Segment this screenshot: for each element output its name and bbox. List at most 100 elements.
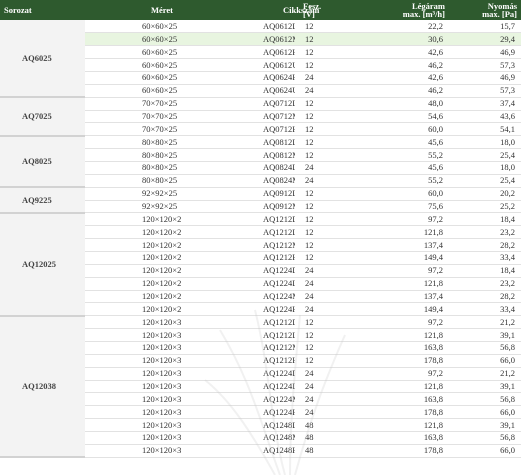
airflow-cell: 55,2	[365, 174, 449, 188]
voltage-cell: 12	[295, 341, 365, 355]
airflow-cell: 121,8	[365, 225, 449, 240]
code-cell: AQ1224HB-F51(FN)	[181, 405, 295, 420]
size-cell: 80×80×25	[85, 135, 181, 150]
airflow-cell: 121,8	[365, 380, 449, 394]
code-cell: AQ1212LB-A71GL(T)	[181, 225, 295, 240]
pressure-cell: 54,1	[449, 122, 521, 137]
pressure-cell: 56,8	[449, 392, 521, 407]
size-cell: 120×120×38	[85, 328, 181, 342]
pressure-cell: 66,0	[449, 354, 521, 368]
pressure-cell: 25,4	[449, 148, 521, 162]
size-cell: 120×120×38	[85, 380, 181, 394]
table-row: AQ602560×60×25AQ0612LB-A70GL(T)1222,215,…	[0, 20, 521, 99]
voltage-cell: 12	[295, 315, 365, 330]
pressure-cell: 25,2	[449, 200, 521, 214]
size-cell: 70×70×25	[85, 110, 181, 124]
code-cell: AQ1212MB-F51(FN)	[181, 341, 295, 355]
series-cell: AQ6025	[0, 20, 85, 99]
size-cell: 120×120×25	[85, 238, 181, 252]
pressure-cell: 46,9	[449, 45, 521, 60]
pressure-cell: 56,8	[449, 431, 521, 445]
pressure-cell: 66,0	[449, 405, 521, 420]
pressure-cell: 18,0	[449, 135, 521, 150]
size-cell: 80×80×25	[85, 174, 181, 188]
airflow-cell: 97,2	[365, 212, 449, 227]
voltage-cell: 12	[295, 225, 365, 240]
code-cell: AQ0712HB-A70GL(T)	[181, 122, 295, 137]
code-cell: AQ0812MB-A70GL(T)	[181, 148, 295, 162]
pressure-cell: 39,1	[449, 380, 521, 394]
airflow-cell: 178,8	[365, 444, 449, 458]
size-cell: 60×60×25	[85, 20, 181, 34]
voltage-cell: 24	[295, 380, 365, 394]
code-cell: AQ1224MB-A71GL(T)	[181, 290, 295, 304]
airflow-cell: 163,8	[365, 392, 449, 407]
voltage-cell: 48	[295, 431, 365, 445]
fan-spec-table: Sorozat Méret Cikkszám Fesz. [V] Légáram…	[0, 0, 521, 459]
code-cell: AQ0624HB-A70GL(T)	[181, 71, 295, 85]
voltage-cell: 24	[295, 405, 365, 420]
table-header: Sorozat Méret Cikkszám Fesz. [V] Légáram…	[0, 0, 521, 20]
table-row: AQ12025120×120×25AQ1212DB-A71GL(T)1297,2…	[0, 212, 521, 317]
code-cell: AQ0824MB-A70GL(T)	[181, 174, 295, 188]
table-row: AQ802580×80×25AQ0812LB-A70GL(T)1245,618,…	[0, 135, 521, 189]
voltage-cell: 48	[295, 444, 365, 458]
series-cell: AQ9225	[0, 187, 85, 214]
pressure-cell: 39,1	[449, 418, 521, 432]
size-cell: 120×120×38	[85, 405, 181, 420]
airflow-cell: 75,6	[365, 200, 449, 214]
airflow-cell: 60,0	[365, 187, 449, 201]
voltage-cell: 12	[295, 20, 365, 34]
voltage-cell: 24	[295, 84, 365, 98]
pressure-cell: 28,2	[449, 290, 521, 304]
pressure-cell: 56,8	[449, 341, 521, 355]
code-cell: AQ1212HB-A71GL(T)	[181, 251, 295, 265]
code-cell: AQ0612UB-A70GL(T)	[181, 58, 295, 72]
pressure-cell: 23,2	[449, 277, 521, 291]
pressure-cell: 18,4	[449, 212, 521, 227]
pressure-cell: 21,2	[449, 367, 521, 381]
size-cell: 60×60×25	[85, 84, 181, 98]
header-airflow: Légáram max. [m³/h]	[365, 0, 449, 20]
voltage-cell: 12	[295, 212, 365, 227]
series-cell: AQ12025	[0, 212, 85, 317]
airflow-cell: 30,6	[365, 32, 449, 47]
header-pressure: Nyomás max. [Pa]	[449, 0, 521, 20]
size-cell: 120×120×38	[85, 341, 181, 355]
code-cell: AQ1248HB-F51(FN)	[181, 444, 295, 458]
size-cell: 80×80×25	[85, 148, 181, 162]
voltage-cell: 12	[295, 122, 365, 137]
code-cell: AQ1224MB-F51(FN)	[181, 392, 295, 407]
pressure-cell: 23,2	[449, 225, 521, 240]
voltage-cell: 12	[295, 251, 365, 265]
size-cell: 120×120×25	[85, 290, 181, 304]
voltage-cell: 12	[295, 97, 365, 111]
code-cell: AQ1212HB-F51(FN)	[181, 354, 295, 368]
voltage-cell: 24	[295, 174, 365, 188]
series-cell: AQ8025	[0, 135, 85, 189]
size-cell: 60×60×25	[85, 58, 181, 72]
size-cell: 120×120×25	[85, 277, 181, 291]
header-size: Méret	[85, 0, 181, 20]
code-cell: AQ0612MB-A70GL(T)	[181, 32, 295, 47]
airflow-cell: 97,2	[365, 367, 449, 381]
pressure-cell: 18,4	[449, 264, 521, 278]
pressure-cell: 37,4	[449, 97, 521, 111]
airflow-cell: 97,2	[365, 315, 449, 330]
size-cell: 120×120×25	[85, 212, 181, 227]
voltage-cell: 24	[295, 264, 365, 278]
voltage-cell: 24	[295, 161, 365, 175]
series-cell: AQ7025	[0, 97, 85, 137]
code-cell: AQ1224DB-A71GL(T)	[181, 264, 295, 278]
airflow-cell: 22,2	[365, 20, 449, 34]
airflow-cell: 60,0	[365, 122, 449, 137]
size-cell: 92×92×25	[85, 200, 181, 214]
code-cell: AQ0824LB-A70GL(T)	[181, 161, 295, 175]
code-cell: AQ1212LB-F51(FN)	[181, 328, 295, 342]
airflow-cell: 54,6	[365, 110, 449, 124]
airflow-cell: 121,8	[365, 277, 449, 291]
table-row: AQ12038120×120×38AQ1212DB-F51(FN)1297,22…	[0, 315, 521, 459]
header-voltage: Fesz. [V]	[295, 0, 365, 20]
table-row: AQ702570×70×25AQ0712LB-A70GL(T)1248,037,…	[0, 97, 521, 137]
table-body: AQ602560×60×25AQ0612LB-A70GL(T)1222,215,…	[0, 20, 521, 459]
